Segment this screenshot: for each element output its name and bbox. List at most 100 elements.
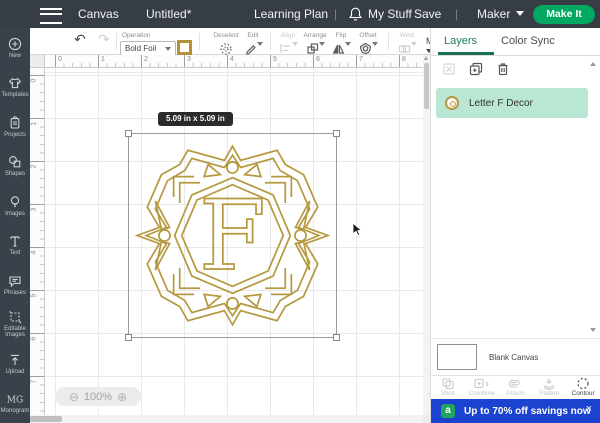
hamburger-menu-icon[interactable]	[40, 8, 62, 24]
sidebar-item-text[interactable]: Text	[0, 226, 30, 266]
combine-button[interactable]: Combine	[467, 377, 497, 397]
combine-icon	[473, 377, 491, 390]
chevron-down-icon	[516, 11, 524, 16]
document-title[interactable]: Untitled*	[146, 7, 191, 21]
save-button[interactable]: Save	[414, 7, 441, 21]
deselect-button[interactable]: Deselect	[208, 32, 244, 56]
edit-toolbar: Operation Bold Foil Deselect Edit Align …	[30, 28, 430, 55]
ruler-corner	[30, 55, 45, 68]
notifications-bell-icon[interactable]	[348, 6, 363, 22]
panel-tabs: Layers Color Sync	[431, 28, 600, 56]
toolbar-divider	[270, 33, 271, 50]
chevron-down-icon	[372, 42, 378, 46]
layer-actions-bar: Slice Combine Attach Flatten Contour	[431, 375, 600, 399]
chevron-down-icon	[257, 42, 263, 46]
upload-icon	[8, 353, 22, 367]
sidebar-item-label: Images	[5, 211, 25, 218]
edit-button[interactable]: Edit	[240, 32, 266, 56]
sidebar-item-shapes[interactable]: Shapes	[0, 147, 30, 187]
ruler-h-number: 0	[58, 56, 62, 63]
list-scroll-down-icon[interactable]	[590, 328, 596, 332]
toolbar-divider	[388, 33, 389, 50]
weld-icon	[398, 42, 411, 55]
panel-divider	[431, 338, 600, 339]
flatten-button[interactable]: Flatten	[534, 377, 564, 397]
text-icon	[8, 234, 22, 248]
app-header: Canvas Untitled* Learning Plan | My Stuf…	[0, 0, 600, 28]
list-scroll-up-icon[interactable]	[590, 62, 596, 66]
sidebar-item-upload[interactable]: Upload	[0, 344, 30, 384]
cricut-access-icon: a	[441, 404, 455, 418]
scroll-up-icon[interactable]	[424, 56, 428, 60]
vertical-scrollbar[interactable]	[423, 55, 430, 415]
sidebar-item-label: Text	[9, 250, 20, 257]
promo-banner[interactable]: a Up to 70% off savings now ×	[431, 399, 600, 423]
layers-panel: Layers Color Sync Letter F Decor Blank C…	[430, 28, 600, 423]
zoom-in-icon[interactable]	[117, 390, 127, 404]
header-divider: |	[334, 7, 337, 21]
sidebar-item-new[interactable]: New	[0, 28, 30, 68]
sidebar-item-projects[interactable]: Projects	[0, 107, 30, 147]
ruler-v-number: 1	[30, 122, 37, 126]
flip-button[interactable]: Flip	[328, 32, 354, 56]
arrange-icon	[306, 42, 319, 55]
blank-canvas-thumbnail	[437, 344, 477, 370]
layer-row-letter-f-decor[interactable]: Letter F Decor	[436, 88, 588, 118]
align-icon	[279, 42, 292, 55]
tshirt-icon	[8, 76, 22, 90]
close-icon[interactable]: ×	[586, 403, 592, 415]
my-stuff-link[interactable]: My Stuff	[368, 7, 412, 21]
learning-plan-link[interactable]: Learning Plan	[254, 7, 328, 21]
scrollbar-thumb[interactable]	[30, 416, 62, 422]
redo-icon[interactable]	[98, 31, 110, 48]
toolbar-divider	[116, 33, 117, 50]
canvas-area[interactable]: 012345678 012345678 5.09 in x 5.09 in F	[30, 55, 430, 423]
clipboard-icon	[8, 116, 22, 130]
attach-button[interactable]: Attach	[500, 377, 530, 397]
paperclip-icon	[508, 377, 522, 390]
slice-icon	[441, 377, 455, 390]
zoom-out-icon[interactable]	[69, 390, 79, 404]
sidebar-item-label: Phrases	[4, 290, 26, 297]
sidebar-item-label: Projects	[4, 132, 26, 139]
flip-icon	[332, 42, 345, 55]
slice-button[interactable]: Slice	[433, 377, 463, 397]
sidebar-item-monogram[interactable]: MG Monogram	[0, 384, 30, 423]
speech-bubble-icon	[8, 274, 22, 288]
tab-color-sync[interactable]: Color Sync	[501, 35, 555, 47]
layer-tools	[431, 55, 600, 83]
sidebar-item-images[interactable]: Images	[0, 186, 30, 226]
shapes-icon	[8, 155, 22, 169]
ruler-h-number: 5	[273, 56, 277, 63]
trash-icon[interactable]	[495, 61, 511, 77]
weld-button[interactable]: Weld	[392, 32, 422, 56]
horizontal-scrollbar[interactable]	[30, 415, 423, 423]
monogram-letter: F	[199, 180, 266, 292]
layer-name: Letter F Decor	[469, 98, 533, 109]
sidebar-item-phrases[interactable]: Phrases	[0, 265, 30, 305]
undo-icon[interactable]	[74, 31, 86, 48]
scrollbar-thumb[interactable]	[424, 63, 429, 109]
lightbulb-icon	[8, 195, 22, 209]
duplicate-icon[interactable]	[468, 61, 484, 77]
new-icon	[8, 37, 22, 51]
blank-canvas-row[interactable]: Blank Canvas	[431, 340, 600, 374]
make-it-button[interactable]: Make It	[533, 5, 595, 24]
page-title: Canvas	[78, 7, 119, 21]
offset-button[interactable]: Offset	[352, 32, 384, 56]
layer-thumbnail	[445, 96, 459, 110]
left-sidebar: New Templates Projects Shapes Images Tex…	[0, 28, 30, 423]
vertical-ruler: 012345678	[30, 68, 45, 423]
sidebar-item-editable-images[interactable]: Editable Images	[0, 305, 30, 345]
contour-button[interactable]: Contour	[568, 377, 598, 397]
ruler-h-number: 6	[316, 56, 320, 63]
color-swatch[interactable]	[177, 40, 192, 55]
toolbar-divider	[199, 33, 200, 50]
sidebar-item-templates[interactable]: Templates	[0, 68, 30, 108]
ungroup-icon[interactable]	[441, 61, 457, 77]
machine-selector[interactable]: Maker	[477, 7, 510, 21]
tab-layers[interactable]: Layers	[444, 35, 477, 47]
ruler-v-number: 2	[30, 165, 37, 169]
operation-select[interactable]: Bold Foil	[120, 41, 176, 56]
letter-f-decor-design[interactable]: F	[129, 134, 336, 337]
